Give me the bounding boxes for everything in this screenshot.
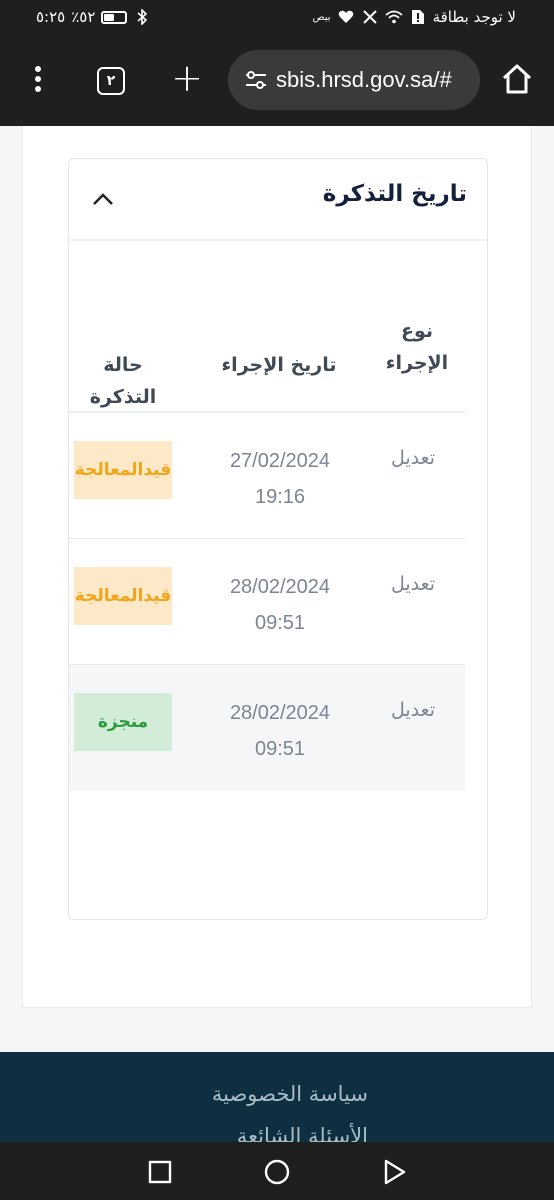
url-text[interactable]: sbis.hrsd.gov.sa/# [276,67,452,93]
page-content: تاريخ التذكرة نوع الإجراء تاريخ الإجراء … [0,126,554,1052]
ticket-history-card: تاريخ التذكرة نوع الإجراء تاريخ الإجراء … [68,158,488,920]
status-small-label: ببص [312,11,331,23]
header-action-date: تاريخ الإجراء [221,354,337,376]
bluetooth-icon [133,9,151,25]
cell-action-date: 28/02/2024 09:51 [229,576,331,634]
header-action-type: نوع الإجراء [385,320,449,374]
heart-notification-icon [337,9,355,25]
cell-action-type: تعديل [390,447,436,469]
x-app-icon [361,9,379,25]
card-title: تاريخ التذكرة [322,181,467,207]
address-bar[interactable]: sbis.hrsd.gov.sa/# [228,50,480,110]
site-settings-icon[interactable] [244,70,268,90]
status-badge: منجزة [74,693,172,751]
header-ticket-status: حالة التذكرة [89,354,157,408]
tab-switcher-button[interactable]: ٢ [97,67,125,95]
home-icon[interactable] [500,62,534,96]
chevron-up-icon[interactable] [91,191,115,207]
battery-percent: ٪٥٢ [71,8,96,26]
home-nav-icon[interactable] [263,1158,291,1186]
table-row: تعديل 28/02/2024 09:51 منجزة [69,665,465,791]
system-nav-bar [0,1142,554,1200]
table-row: تعديل 27/02/2024 19:16 قيدالمعالجة [69,413,465,539]
status-right: لا توجد بطاقة ببص [313,8,517,26]
table-header: نوع الإجراء تاريخ الإجراء حالة التذكرة [69,275,465,413]
cell-action-date: 27/02/2024 19:16 [229,450,331,508]
status-left: ٥:٢٥ ٪٥٢ [36,8,151,26]
cell-action-type: تعديل [390,699,436,721]
sim-alert-icon [409,9,427,25]
ticket-history-table: نوع الإجراء تاريخ الإجراء حالة التذكرة ت… [69,275,465,791]
status-bar: ٥:٢٥ ٪٥٢ لا توجد بطاقة ببص [0,0,554,36]
card-header[interactable]: تاريخ التذكرة [69,159,487,241]
back-icon[interactable] [380,1158,408,1186]
content-panel: تاريخ التذكرة نوع الإجراء تاريخ الإجراء … [22,126,532,1008]
faq-link[interactable]: الأسئلة الشائعة [237,1124,368,1142]
browser-toolbar: ٢ + sbis.hrsd.gov.sa/# [0,36,554,126]
carrier-text: لا توجد بطاقة [432,8,516,26]
new-tab-button[interactable]: + [170,59,204,97]
status-time: ٥:٢٥ [36,8,66,26]
battery-icon [101,10,128,24]
recents-icon[interactable] [146,1158,174,1186]
cell-action-date: 28/02/2024 09:51 [229,702,331,760]
wifi-icon [384,9,403,25]
privacy-policy-link[interactable]: سياسة الخصوصية [212,1082,368,1106]
more-menu-icon[interactable] [28,66,48,96]
status-badge: قيدالمعالجة [74,567,172,625]
table-row: تعديل 28/02/2024 09:51 قيدالمعالجة [69,539,465,665]
cell-action-type: تعديل [390,573,436,595]
site-footer: سياسة الخصوصية الأسئلة الشائعة [0,1052,554,1142]
status-badge: قيدالمعالجة [74,441,172,499]
